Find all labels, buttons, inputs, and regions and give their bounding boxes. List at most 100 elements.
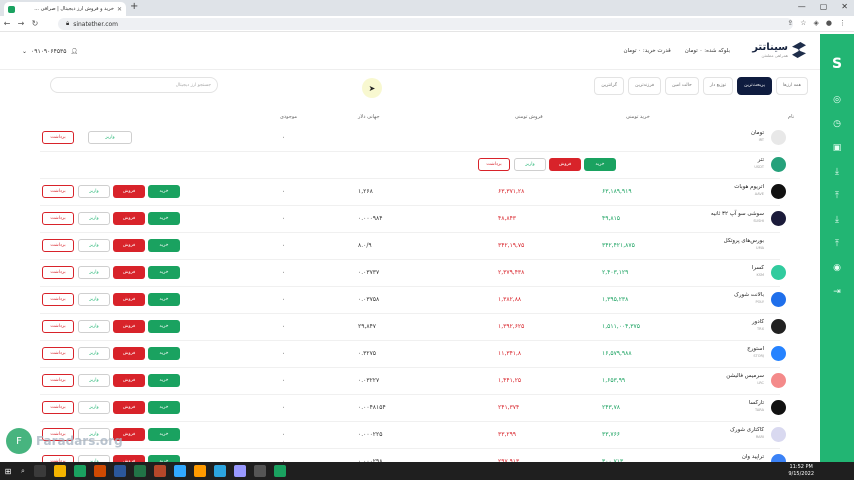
withdraw-icon[interactable]: ⤒ bbox=[831, 190, 843, 202]
excel-icon[interactable] bbox=[134, 465, 146, 477]
sell-button[interactable]: فروش bbox=[113, 185, 145, 198]
close-window-icon[interactable]: ✕ bbox=[841, 2, 848, 11]
buy-button[interactable]: خرید bbox=[148, 401, 180, 414]
withdraw-button[interactable]: برداشت bbox=[478, 158, 510, 171]
forward-icon[interactable]: → bbox=[14, 19, 28, 28]
taskview-icon[interactable] bbox=[34, 465, 46, 477]
deposit-button[interactable]: واریز bbox=[78, 185, 110, 198]
new-tab-icon[interactable]: + bbox=[130, 1, 138, 12]
filter-tab[interactable]: حالت امین bbox=[665, 77, 699, 95]
deposit-button[interactable]: واریز bbox=[78, 347, 110, 360]
deposit-button[interactable]: واریز bbox=[78, 266, 110, 279]
wallet-icon[interactable]: ▣ bbox=[831, 142, 843, 154]
withdraw-button[interactable]: برداشت bbox=[42, 266, 74, 279]
deposit-button[interactable]: واریز bbox=[78, 320, 110, 333]
filter-tab[interactable]: همه ارزها bbox=[775, 77, 808, 95]
app-orange-icon[interactable] bbox=[94, 465, 106, 477]
explorer-icon[interactable] bbox=[54, 465, 66, 477]
buy-price: ۶۳,۱۸۹,۹۱۹ bbox=[602, 188, 632, 195]
filter-tab[interactable]: توزیع دار bbox=[702, 77, 734, 95]
deposit-button[interactable]: واریز bbox=[78, 212, 110, 225]
withdraw-button[interactable]: برداشت bbox=[42, 131, 74, 144]
download-icon[interactable]: ⤓ bbox=[831, 214, 843, 226]
buy-button[interactable]: خرید bbox=[148, 347, 180, 360]
buy-button[interactable]: خرید bbox=[148, 320, 180, 333]
sell-button[interactable]: فروش bbox=[113, 401, 145, 414]
buy-button[interactable]: خرید bbox=[148, 239, 180, 252]
dashboard-icon[interactable]: ◎ bbox=[831, 94, 843, 106]
profile-icon[interactable]: ● bbox=[826, 19, 832, 27]
withdraw-button[interactable]: برداشت bbox=[42, 347, 74, 360]
withdraw-button[interactable]: برداشت bbox=[42, 374, 74, 387]
buy-button[interactable]: خرید bbox=[148, 428, 180, 441]
withdraw-button[interactable]: برداشت bbox=[42, 185, 74, 198]
upload-icon[interactable]: ⤒ bbox=[831, 238, 843, 250]
table-row: اتریوم هوبات AAVE ۶۳,۱۸۹,۹۱۹ ۶۳,۳۷۱,۲۸ ۱,۲۶۸… bbox=[40, 182, 786, 202]
withdraw-button[interactable]: برداشت bbox=[42, 293, 74, 306]
logout-icon[interactable]: ⇥ bbox=[831, 286, 843, 298]
minimize-icon[interactable]: — bbox=[798, 2, 806, 11]
sell-button[interactable]: فروش bbox=[113, 212, 145, 225]
address-bar-row: ← → ↻ 🔒︎ sinatether.com ⇪ ☆ ◈ ● ⋮ bbox=[0, 16, 854, 32]
coin-symbol: IRT bbox=[758, 138, 764, 142]
withdraw-button[interactable]: برداشت bbox=[42, 212, 74, 225]
buy-price: ۱,۳۹۵,۲۳۸ bbox=[602, 296, 629, 303]
buy-button[interactable]: خرید bbox=[148, 266, 180, 279]
history-icon[interactable]: ◷ bbox=[831, 118, 843, 130]
buy-button[interactable]: خرید bbox=[148, 212, 180, 225]
menu-icon[interactable]: ⋮ bbox=[839, 19, 846, 27]
deposit-button[interactable]: واریز bbox=[78, 293, 110, 306]
sell-button[interactable]: فروش bbox=[113, 347, 145, 360]
buy-button[interactable]: خرید bbox=[148, 374, 180, 387]
chrome-icon[interactable] bbox=[74, 465, 86, 477]
windows-start-icon[interactable]: ⊞ bbox=[0, 467, 16, 476]
buy-button[interactable]: خرید bbox=[584, 158, 616, 171]
chrome-2-icon[interactable] bbox=[274, 465, 286, 477]
telegram-icon[interactable] bbox=[214, 465, 226, 477]
share-icon[interactable]: ⇪ bbox=[787, 19, 793, 27]
filter-tab[interactable]: فرزندترین bbox=[628, 77, 661, 95]
user-menu[interactable]: ⌄ ۰۹۱۰۹۰۶۴۵۳۵ 👤︎ bbox=[22, 48, 78, 55]
url-text: sinatether.com bbox=[73, 20, 119, 28]
sell-button[interactable]: فروش bbox=[549, 158, 581, 171]
extension-icon[interactable]: ◈ bbox=[814, 19, 819, 27]
powerpoint-icon[interactable] bbox=[154, 465, 166, 477]
photoshop-icon[interactable] bbox=[174, 465, 186, 477]
taskbar-search-icon[interactable]: ⌕ bbox=[16, 467, 30, 476]
illustrator-icon[interactable] bbox=[194, 465, 206, 477]
sell-button[interactable]: فروش bbox=[113, 293, 145, 306]
sell-button[interactable]: فروش bbox=[113, 320, 145, 333]
sell-button[interactable]: فروش bbox=[113, 374, 145, 387]
deposit-button[interactable]: واریز bbox=[514, 158, 546, 171]
word-icon[interactable] bbox=[114, 465, 126, 477]
maximize-icon[interactable]: ▢ bbox=[820, 2, 828, 11]
app-gray-icon[interactable] bbox=[254, 465, 266, 477]
back-icon[interactable]: ← bbox=[0, 19, 14, 28]
browser-tab[interactable]: خرید و فروش ارز دیجیتال | صرافی ... ✕ bbox=[4, 2, 126, 16]
coin-name: اتریوم هوبات bbox=[734, 184, 764, 190]
buy-button[interactable]: خرید bbox=[148, 185, 180, 198]
buy-button[interactable]: خرید bbox=[148, 293, 180, 306]
brand[interactable]: سیناتتر همراهی مطمئن bbox=[752, 42, 806, 58]
premiere-icon[interactable] bbox=[234, 465, 246, 477]
deposit-button[interactable]: واریز bbox=[78, 401, 110, 414]
search-input[interactable]: جستجو ارز دیجیتال bbox=[50, 77, 218, 93]
deposit-button[interactable]: واریز bbox=[78, 239, 110, 252]
deposit-icon[interactable]: ⤓ bbox=[831, 166, 843, 178]
deposit-button[interactable]: واریز bbox=[88, 131, 132, 144]
bookmark-star-icon[interactable]: ☆ bbox=[800, 19, 806, 27]
reload-icon[interactable]: ↻ bbox=[28, 19, 42, 28]
withdraw-button[interactable]: برداشت bbox=[42, 239, 74, 252]
withdraw-button[interactable]: برداشت bbox=[42, 320, 74, 333]
deposit-button[interactable]: واریز bbox=[78, 374, 110, 387]
close-tab-icon[interactable]: ✕ bbox=[117, 6, 122, 13]
sell-button[interactable]: فروش bbox=[113, 239, 145, 252]
coin-symbol: POLY bbox=[755, 300, 765, 304]
filter-tab[interactable]: گرانترین bbox=[594, 77, 625, 95]
url-field[interactable]: 🔒︎ sinatether.com bbox=[58, 18, 793, 30]
sell-button[interactable]: فروش bbox=[113, 266, 145, 279]
withdraw-button[interactable]: برداشت bbox=[42, 401, 74, 414]
support-icon[interactable]: ◉ bbox=[831, 262, 843, 274]
taskbar-clock[interactable]: 11:52 PM 9/15/2022 bbox=[788, 464, 814, 478]
filter-tab[interactable]: پربحث‌ترین bbox=[737, 77, 772, 95]
